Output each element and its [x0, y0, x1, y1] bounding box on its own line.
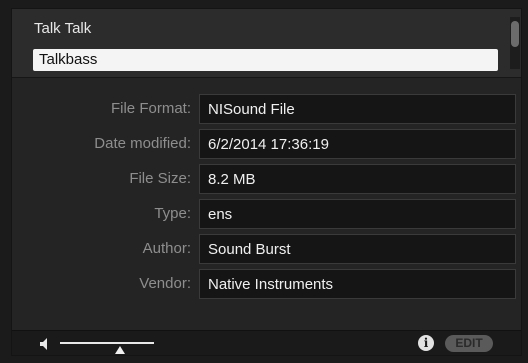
file-size-value: 8.2 MB [199, 164, 516, 194]
bottom-toolbar: i EDIT [12, 330, 521, 355]
author-value: Sound Burst [199, 234, 516, 264]
row-date-modified: Date modified: 6/2/2014 17:36:19 [12, 129, 521, 159]
file-properties: File Format: NISound File Date modified:… [12, 78, 521, 330]
row-file-size: File Size: 8.2 MB [12, 164, 521, 194]
file-format-value: NISound File [199, 94, 516, 124]
date-modified-label: Date modified: [94, 135, 191, 152]
type-value: ens [199, 199, 516, 229]
file-info-panel: Talk Talk Talkbass File Format: NISound … [11, 8, 522, 356]
file-format-label: File Format: [110, 100, 191, 117]
scrollbar[interactable] [510, 17, 520, 69]
edit-button[interactable]: EDIT [445, 335, 493, 352]
list-item-selected[interactable]: Talkbass [33, 49, 498, 71]
scrollbar-thumb[interactable] [511, 21, 519, 47]
date-modified-value: 6/2/2014 17:36:19 [199, 129, 516, 159]
list-item[interactable]: Talk Talk [34, 18, 91, 40]
type-label: Type: [154, 205, 191, 222]
file-size-label: File Size: [129, 170, 191, 187]
vendor-label: Vendor: [139, 275, 191, 292]
info-icon[interactable]: i [418, 335, 434, 351]
preset-list: Talk Talk Talkbass [12, 9, 521, 78]
volume-slider-track[interactable] [60, 342, 154, 344]
author-label: Author: [142, 240, 191, 257]
row-file-format: File Format: NISound File [12, 94, 521, 124]
speaker-icon[interactable] [40, 337, 52, 355]
row-author: Author: Sound Burst [12, 234, 521, 264]
volume-slider-thumb[interactable] [115, 341, 125, 355]
row-type: Type: ens [12, 199, 521, 229]
vendor-value: Native Instruments [199, 269, 516, 299]
row-vendor: Vendor: Native Instruments [12, 269, 521, 299]
